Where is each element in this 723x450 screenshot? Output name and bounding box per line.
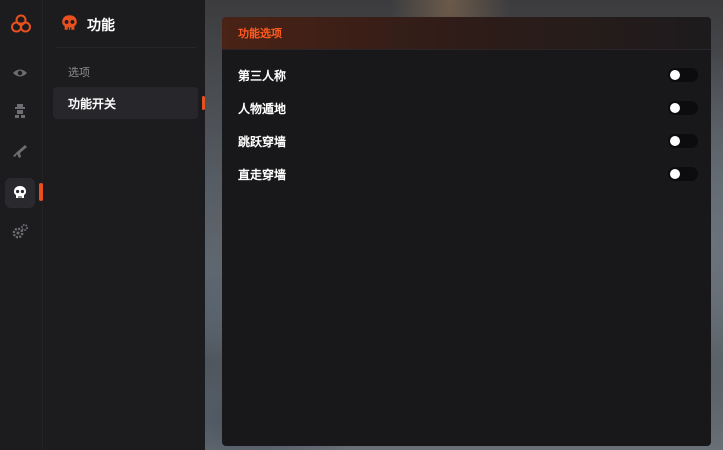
toggle-knob bbox=[670, 70, 680, 80]
panel-header: 功能 bbox=[61, 14, 115, 35]
rifle-icon bbox=[11, 143, 29, 163]
rail-item-character[interactable] bbox=[5, 98, 35, 128]
card-header: 功能选项 bbox=[222, 17, 711, 50]
toggle-switch[interactable] bbox=[668, 134, 698, 148]
nav-item-label: 功能开关 bbox=[68, 96, 117, 111]
option-row: 跳跃穿墙 bbox=[238, 131, 698, 151]
rail-item-visual[interactable] bbox=[5, 58, 35, 88]
nav-active-indicator bbox=[202, 96, 205, 110]
card-title: 功能选项 bbox=[238, 27, 282, 40]
settings-gears-icon bbox=[11, 223, 29, 243]
feature-options-card: 功能选项 第三人称 人物遁地 跳跃穿墙 直走穿墙 bbox=[222, 17, 711, 446]
rail-item-weapon[interactable] bbox=[5, 138, 35, 168]
toggle-switch[interactable] bbox=[668, 101, 698, 115]
eye-icon bbox=[12, 64, 28, 83]
option-row: 第三人称 bbox=[238, 65, 698, 85]
rail-active-indicator bbox=[39, 183, 43, 201]
section-label: 选项 bbox=[68, 66, 90, 79]
skull-icon bbox=[61, 14, 78, 35]
rail-item-settings[interactable] bbox=[5, 218, 35, 248]
rail-item-functions[interactable] bbox=[5, 178, 35, 208]
option-label: 直走穿墙 bbox=[238, 167, 287, 182]
option-row: 直走穿墙 bbox=[238, 164, 698, 184]
option-label: 人物遁地 bbox=[238, 101, 287, 116]
divider bbox=[56, 47, 196, 48]
character-icon bbox=[12, 103, 28, 123]
toggle-knob bbox=[670, 169, 680, 179]
option-label: 跳跃穿墙 bbox=[238, 134, 287, 149]
panel-title: 功能 bbox=[87, 17, 115, 34]
biohazard-logo-icon bbox=[10, 13, 32, 35]
option-label: 第三人称 bbox=[238, 68, 287, 83]
toggle-knob bbox=[670, 136, 680, 146]
option-row: 人物遁地 bbox=[238, 98, 698, 118]
secondary-panel: 功能 选项 功能开关 bbox=[44, 0, 205, 450]
skull-icon bbox=[13, 184, 27, 203]
icon-rail bbox=[0, 0, 43, 450]
nav-item-feature-toggles[interactable]: 功能开关 bbox=[53, 87, 198, 119]
toggle-knob bbox=[670, 103, 680, 113]
toggle-switch[interactable] bbox=[668, 68, 698, 82]
toggle-switch[interactable] bbox=[668, 167, 698, 181]
